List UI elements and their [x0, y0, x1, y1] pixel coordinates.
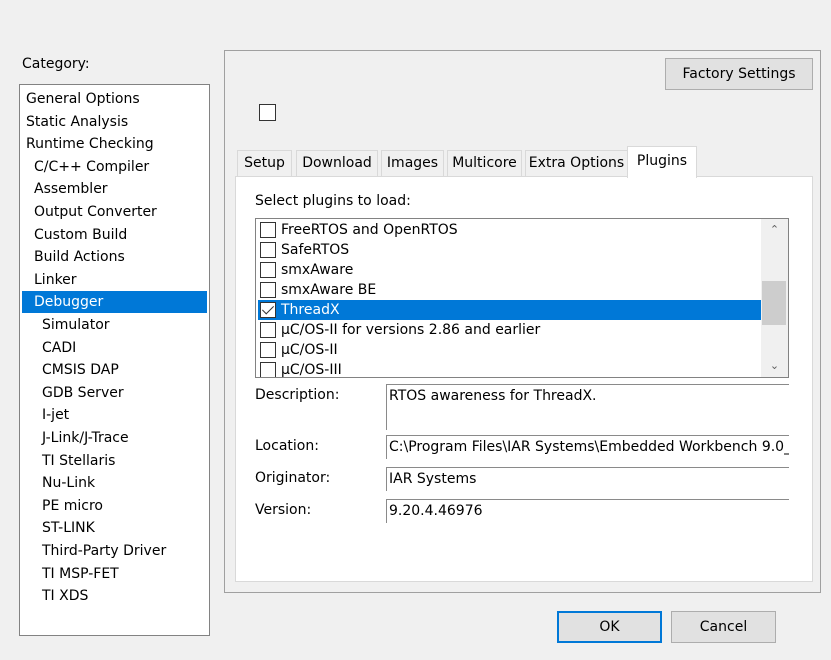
- plugin-label: µC/OS-II: [281, 342, 338, 358]
- category-item[interactable]: I-jet: [22, 404, 207, 426]
- plugin-row[interactable]: µC/OS-III: [258, 360, 762, 378]
- plugin-row[interactable]: smxAware: [258, 260, 762, 280]
- category-item[interactable]: ST-LINK: [22, 517, 207, 539]
- category-item[interactable]: TI Stellaris: [22, 450, 207, 472]
- description-field: RTOS awareness for ThreadX.: [386, 384, 789, 430]
- plugin-row[interactable]: smxAware BE: [258, 280, 762, 300]
- location-label: Location:: [255, 438, 319, 454]
- plugin-label: µC/OS-II for versions 2.86 and earlier: [281, 322, 541, 338]
- category-item[interactable]: TI MSP-FET: [22, 563, 207, 585]
- category-item[interactable]: GDB Server: [22, 382, 207, 404]
- category-item[interactable]: PE micro: [22, 495, 207, 517]
- tab-plugins[interactable]: Plugins: [627, 146, 697, 178]
- category-list[interactable]: General Options Static Analysis Runtime Ch…: [19, 84, 210, 636]
- plugin-checkbox[interactable]: [260, 362, 276, 377]
- category-item[interactable]: Nu-Link: [22, 472, 207, 494]
- plugin-label: ThreadX: [281, 302, 340, 318]
- category-item[interactable]: Assembler: [22, 178, 207, 200]
- category-item[interactable]: J-Link/J-Trace: [22, 427, 207, 449]
- tab-extra-options[interactable]: Extra Options: [525, 150, 628, 176]
- category-item[interactable]: Simulator: [22, 314, 207, 336]
- plugin-list-scrollbar[interactable]: ⌃ ⌄: [761, 219, 788, 377]
- checkmark-icon: [261, 302, 275, 315]
- plugin-label: SafeRTOS: [281, 242, 350, 258]
- category-item[interactable]: Build Actions: [22, 246, 207, 268]
- tab-multicore[interactable]: Multicore: [447, 150, 522, 176]
- version-field: 9.20.4.46976: [386, 499, 789, 523]
- category-item[interactable]: Debugger: [22, 291, 207, 314]
- plugin-label: smxAware: [281, 262, 354, 278]
- category-item[interactable]: Custom Build: [22, 224, 207, 246]
- plugin-row[interactable]: SafeRTOS: [258, 240, 762, 260]
- category-item[interactable]: Linker: [22, 269, 207, 291]
- plugin-row[interactable]: FreeRTOS and OpenRTOS: [258, 220, 762, 240]
- version-label: Version:: [255, 502, 312, 518]
- category-item[interactable]: C/C++ Compiler: [22, 156, 207, 178]
- tab-setup[interactable]: Setup: [237, 150, 292, 176]
- originator-label: Originator:: [255, 470, 331, 486]
- plugin-checkbox[interactable]: [260, 322, 276, 338]
- ok-button[interactable]: OK: [557, 611, 662, 643]
- tab-images[interactable]: Images: [381, 150, 444, 176]
- plugin-list[interactable]: FreeRTOS and OpenRTOS SafeRTOS smxAware smx…: [255, 218, 789, 378]
- plugin-label: µC/OS-III: [281, 362, 342, 378]
- category-item[interactable]: Runtime Checking: [22, 133, 207, 155]
- factory-settings-button[interactable]: Factory Settings: [665, 58, 813, 90]
- cancel-button[interactable]: Cancel: [671, 611, 776, 643]
- plugin-label: smxAware BE: [281, 282, 377, 298]
- tab-download[interactable]: Download: [296, 150, 378, 176]
- plugin-row[interactable]: ThreadX: [258, 300, 762, 320]
- plugin-checkbox[interactable]: [260, 282, 276, 298]
- plugin-label: FreeRTOS and OpenRTOS: [281, 222, 458, 238]
- plugin-checkbox[interactable]: [260, 262, 276, 278]
- plugin-row[interactable]: µC/OS-II for versions 2.86 and earlier: [258, 320, 762, 340]
- plugin-checkbox[interactable]: [260, 302, 276, 318]
- category-item[interactable]: CMSIS DAP: [22, 359, 207, 381]
- override-checkbox[interactable]: [259, 104, 276, 121]
- plugin-checkbox[interactable]: [260, 222, 276, 238]
- plugin-checkbox[interactable]: [260, 342, 276, 358]
- select-plugins-label: Select plugins to load:: [255, 193, 411, 209]
- plugin-checkbox[interactable]: [260, 242, 276, 258]
- category-item[interactable]: Output Converter: [22, 201, 207, 223]
- category-item[interactable]: Third-Party Driver: [22, 540, 207, 562]
- description-label: Description:: [255, 387, 340, 403]
- category-label: Category:: [22, 56, 90, 72]
- category-item[interactable]: TI XDS: [22, 585, 207, 607]
- plugin-row[interactable]: µC/OS-II: [258, 340, 762, 360]
- chevron-down-icon[interactable]: ⌄: [761, 355, 788, 377]
- location-field: C:\Program Files\IAR Systems\Embedded Wo…: [386, 435, 789, 459]
- category-item[interactable]: Static Analysis: [22, 111, 207, 133]
- originator-field: IAR Systems: [386, 467, 789, 491]
- category-item[interactable]: CADI: [22, 337, 207, 359]
- chevron-up-icon[interactable]: ⌃: [761, 219, 788, 241]
- scroll-thumb[interactable]: [762, 281, 786, 325]
- category-item[interactable]: General Options: [22, 88, 207, 110]
